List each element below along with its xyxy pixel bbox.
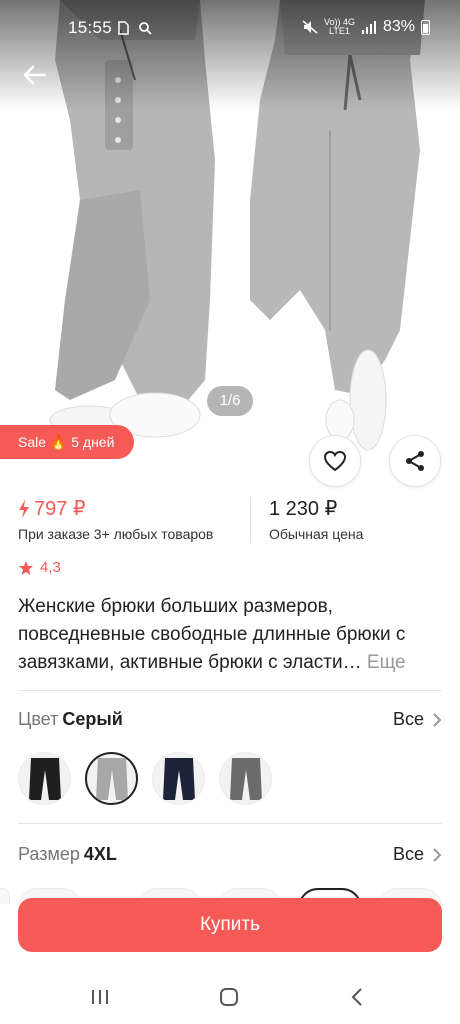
color-swatches <box>18 752 272 805</box>
size-all-label: Все <box>392 844 424 864</box>
regular-price-note: Обычная цена <box>269 526 364 542</box>
sale-price-note: При заказе 3+ любых товаров <box>18 526 214 542</box>
product-title: Женские брюки больших размеров, повседне… <box>18 593 444 677</box>
lightning-icon <box>19 499 29 518</box>
divider <box>18 823 442 824</box>
mute-icon <box>302 20 318 34</box>
color-option-row[interactable]: Цвет Серый Все <box>18 709 442 737</box>
color-value: Серый <box>62 709 123 729</box>
color-swatch-darkgray[interactable] <box>219 752 272 805</box>
battery-icon <box>421 19 430 35</box>
share-icon <box>406 451 424 471</box>
recent-apps-button[interactable] <box>85 984 115 1010</box>
gallery-counter: 1/6 <box>207 386 253 416</box>
star-icon <box>19 560 33 575</box>
sale-badge: Sale 🔥 5 дней <box>0 425 134 459</box>
size-chip[interactable] <box>0 888 10 904</box>
status-right: Vo)) 4G LTE1 83% <box>302 18 430 36</box>
sale-price-value: 797 ₽ <box>34 498 86 520</box>
favorite-button[interactable] <box>309 435 361 487</box>
status-time: 15:55 <box>68 18 113 37</box>
share-button[interactable] <box>389 435 441 487</box>
more-link[interactable]: Еще <box>367 652 406 673</box>
color-all-button[interactable]: Все <box>393 709 442 730</box>
size-label: Размер <box>18 844 80 864</box>
color-swatch-gray[interactable] <box>85 752 138 805</box>
sale-price: 797 ₽ <box>18 496 86 521</box>
product-title-text: Женские брюки больших размеров, повседне… <box>18 596 406 673</box>
arrow-left-icon <box>23 65 47 85</box>
color-label: Цвет <box>18 709 59 729</box>
size-value: 4XL <box>83 844 117 864</box>
rating-value: 4,3 <box>40 559 61 576</box>
size-option-row[interactable]: Размер 4XL Все <box>18 844 442 872</box>
heart-icon <box>323 450 347 472</box>
recent-apps-icon <box>92 990 108 1004</box>
home-icon <box>220 988 238 1006</box>
price-divider <box>250 498 251 542</box>
color-swatch-black[interactable] <box>18 752 71 805</box>
divider <box>18 690 442 691</box>
buy-button[interactable]: Купить <box>18 898 442 952</box>
product-image-gallery[interactable]: 15:55 Vo)) 4G LTE1 83% 1/6 Sale 🔥 5 дней <box>0 0 460 462</box>
pants-thumbnail <box>28 757 61 800</box>
size-all-button[interactable]: Все <box>393 844 442 865</box>
chevron-right-icon <box>433 712 442 727</box>
color-swatch-navy[interactable] <box>152 752 205 805</box>
network-type: Vo)) 4G LTE1 <box>324 18 355 36</box>
home-button[interactable] <box>214 984 244 1010</box>
pants-thumbnail <box>162 757 195 800</box>
regular-price: 1 230 ₽ <box>269 498 338 520</box>
back-button[interactable] <box>18 58 52 92</box>
price-block: 797 ₽ При заказе 3+ любых товаров 1 230 … <box>18 496 442 546</box>
pants-thumbnail <box>95 757 128 800</box>
color-all-label: Все <box>392 709 424 729</box>
system-nav-bar <box>0 970 460 1024</box>
search-icon <box>138 22 152 35</box>
back-nav-button[interactable] <box>342 984 372 1010</box>
network-line2: LTE1 <box>329 26 350 36</box>
notification-icons <box>116 19 152 36</box>
rating[interactable]: 4,3 <box>18 559 61 576</box>
battery-percent: 83% <box>382 18 415 35</box>
chevron-left-icon <box>351 988 362 1006</box>
pants-thumbnail <box>229 757 262 800</box>
signal-icon <box>361 21 376 34</box>
chevron-right-icon <box>433 847 442 862</box>
sim-icon <box>118 21 129 36</box>
status-bar: 15:55 Vo)) 4G LTE1 83% <box>0 0 460 56</box>
